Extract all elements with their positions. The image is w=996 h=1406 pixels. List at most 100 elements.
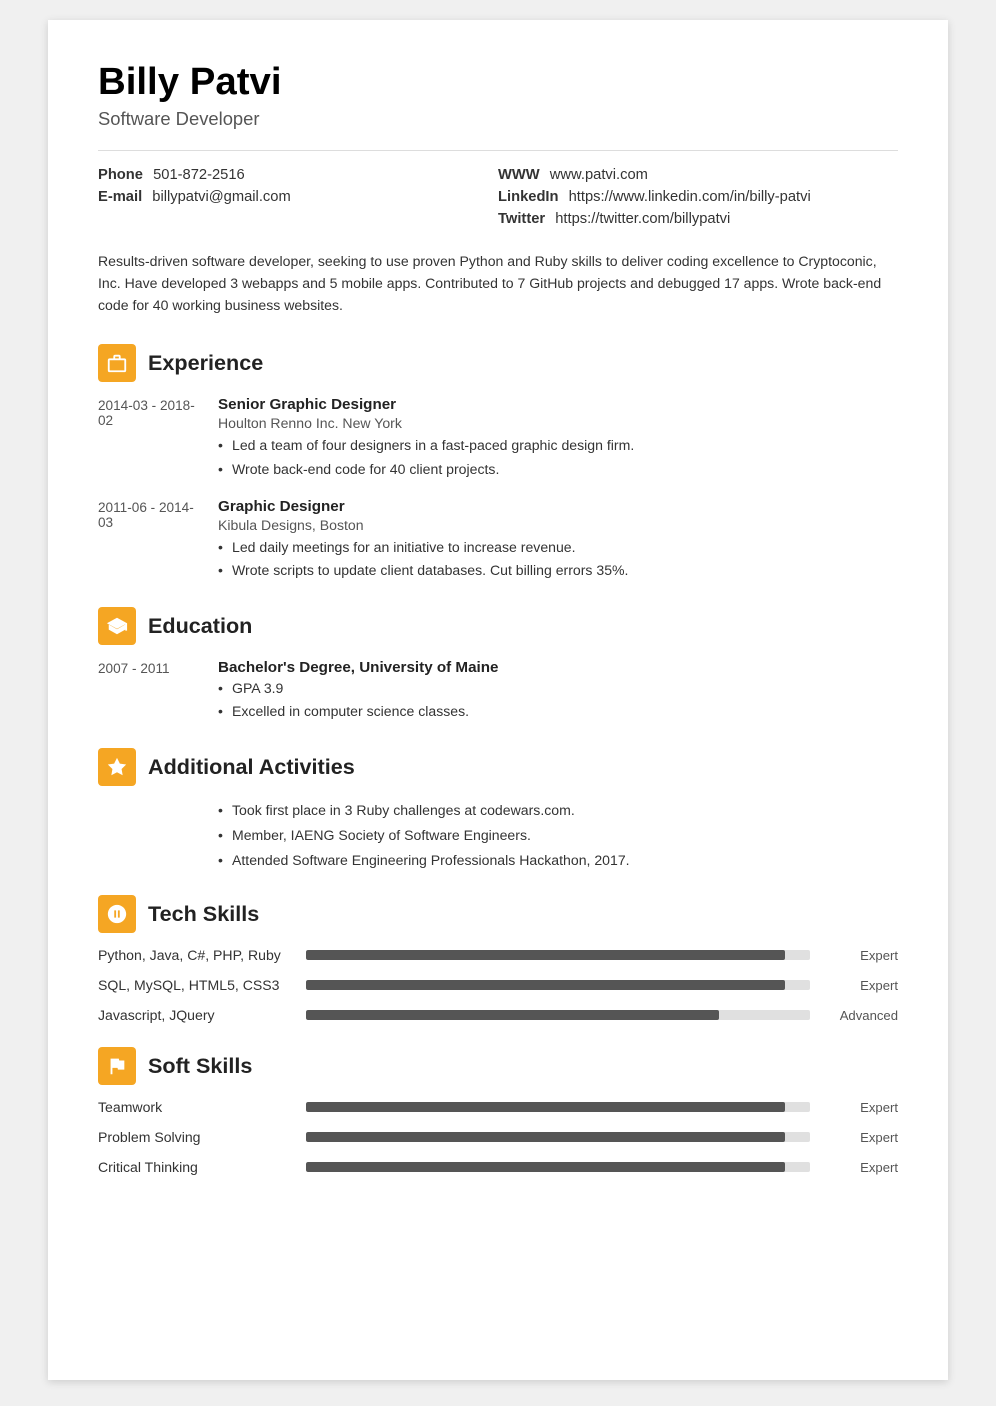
skill-level: Expert [818,978,898,993]
experience-header: Experience [98,344,898,382]
activities-list: Took first place in 3 Ruby challenges at… [218,800,898,871]
twitter-value: https://twitter.com/billypatvi [555,211,730,227]
skill-bar-fill [306,980,785,990]
applicant-name: Billy Patvi [98,60,898,104]
skill-row: Problem Solving Expert [98,1129,898,1145]
tech-skills-section: Tech Skills Python, Java, C#, PHP, Ruby E… [98,895,898,1023]
www-label: WWW [498,167,540,183]
bullet-item: Led daily meetings for an initiative to … [218,537,898,558]
experience-entries: 2014-03 - 2018-02Senior Graphic Designer… [98,396,898,582]
education-icon [98,607,136,645]
entry-bullets: Led a team of four designers in a fast-p… [218,435,898,479]
skill-name: Python, Java, C#, PHP, Ruby [98,947,298,963]
bullet-item: Wrote scripts to update client databases… [218,560,898,581]
skill-level: Expert [818,1130,898,1145]
summary-text: Results-driven software developer, seeki… [98,251,898,316]
skill-bar-bg [306,1102,810,1112]
entry-item: 2011-06 - 2014-03 Graphic Designer Kibula … [98,498,898,583]
soft-skills-header: Soft Skills [98,1047,898,1085]
www-item: WWW www.patvi.com [498,167,898,183]
skill-bar-bg [306,980,810,990]
bullet-item: Led a team of four designers in a fast-p… [218,435,898,456]
resume-container: Billy Patvi Software Developer Phone 501… [48,20,948,1380]
skill-name: SQL, MySQL, HTML5, CSS3 [98,977,298,993]
activities-header: Additional Activities [98,748,898,786]
skill-bar-bg [306,1010,810,1020]
contact-grid: Phone 501-872-2516 WWW www.patvi.com E-m… [98,167,898,227]
skill-row: Python, Java, C#, PHP, Ruby Expert [98,947,898,963]
bullet-item: Excelled in computer science classes. [218,701,898,722]
entry-content: Bachelor's Degree, University of Maine GP… [218,659,898,724]
skill-row: SQL, MySQL, HTML5, CSS3 Expert [98,977,898,993]
skill-level: Expert [818,948,898,963]
linkedin-value: https://www.linkedin.com/in/billy-patvi [569,189,811,205]
tech-skills-title: Tech Skills [148,901,259,927]
entry-date: 2011-06 - 2014-03 [98,498,208,583]
entry-org: Houlton Renno Inc. New York [218,415,898,431]
email-item: E-mail billypatvi@gmail.com [98,189,498,205]
tech-skills-list: Python, Java, C#, PHP, RubyExpertSQL, My… [98,947,898,1023]
soft-skills-section: Soft Skills TeamworkExpertProblem Solvin… [98,1047,898,1175]
skill-bar-fill [306,1102,785,1112]
entry-date: 2007 - 2011 [98,659,208,724]
entry-date: 2014-03 - 2018-02 [98,396,208,481]
skill-name: Teamwork [98,1099,298,1115]
skill-name: Critical Thinking [98,1159,298,1175]
twitter-item: Twitter https://twitter.com/billypatvi [498,211,898,227]
twitter-label: Twitter [498,211,545,227]
phone-label: Phone [98,167,143,183]
activity-item: Attended Software Engineering Profession… [218,850,898,871]
flag-icon [106,1055,128,1077]
education-section: Education 2007 - 2011Bachelor's Degree, … [98,607,898,724]
applicant-title: Software Developer [98,108,898,130]
soft-skills-icon [98,1047,136,1085]
graduation-icon [106,615,128,637]
tech-skills-icon [98,895,136,933]
star-icon [106,756,128,778]
bullet-item: Wrote back-end code for 40 client projec… [218,459,898,480]
skill-row: Javascript, JQuery Advanced [98,1007,898,1023]
skill-bar-bg [306,1162,810,1172]
experience-title: Experience [148,350,263,376]
activities-title: Additional Activities [148,754,355,780]
linkedin-item: LinkedIn https://www.linkedin.com/in/bil… [498,189,898,205]
entry-bullets: GPA 3.9Excelled in computer science clas… [218,678,898,722]
activity-item: Member, IAENG Society of Software Engine… [218,825,898,846]
education-entries: 2007 - 2011Bachelor's Degree, University… [98,659,898,724]
skill-bar-fill [306,950,785,960]
skill-row: Teamwork Expert [98,1099,898,1115]
email-label: E-mail [98,189,142,205]
bullet-item: GPA 3.9 [218,678,898,699]
skill-bar-fill [306,1132,785,1142]
activities-icon [98,748,136,786]
entry-org: Kibula Designs, Boston [218,517,898,533]
skill-level: Advanced [818,1008,898,1023]
www-value: www.patvi.com [550,167,648,183]
phone-value: 501-872-2516 [153,167,245,183]
skill-level: Expert [818,1100,898,1115]
entry-title: Graphic Designer [218,498,898,515]
entry-title: Bachelor's Degree, University of Maine [218,659,898,676]
skill-bar-fill [306,1010,719,1020]
skill-bar-bg [306,950,810,960]
skill-name: Problem Solving [98,1129,298,1145]
phone-item: Phone 501-872-2516 [98,167,498,183]
experience-icon [98,344,136,382]
skill-bar-bg [306,1132,810,1142]
entry-content: Senior Graphic Designer Houlton Renno Inc… [218,396,898,481]
code-icon [106,903,128,925]
entry-item: 2007 - 2011Bachelor's Degree, University… [98,659,898,724]
briefcase-icon [106,352,128,374]
skill-bar-fill [306,1162,785,1172]
entry-title: Senior Graphic Designer [218,396,898,413]
activities-section: Additional Activities Took first place i… [98,748,898,871]
tech-skills-header: Tech Skills [98,895,898,933]
activity-item: Took first place in 3 Ruby challenges at… [218,800,898,821]
experience-section: Experience 2014-03 - 2018-02Senior Graph… [98,344,898,582]
entry-item: 2014-03 - 2018-02Senior Graphic Designer… [98,396,898,481]
linkedin-label: LinkedIn [498,189,559,205]
entry-content: Graphic Designer Kibula Designs, Boston Le… [218,498,898,583]
soft-skills-title: Soft Skills [148,1053,252,1079]
skill-level: Expert [818,1160,898,1175]
skill-name: Javascript, JQuery [98,1007,298,1023]
